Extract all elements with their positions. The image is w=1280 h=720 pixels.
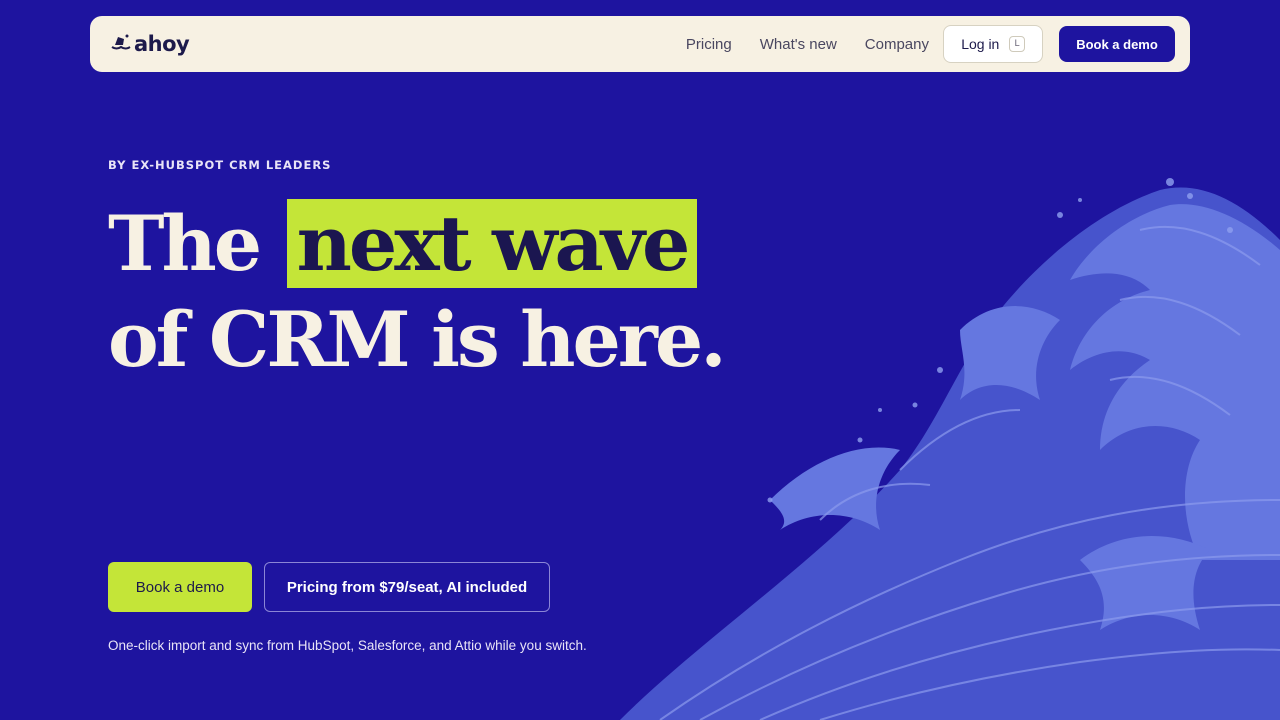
headline-highlight: next wave bbox=[286, 199, 698, 288]
hero-book-demo-button[interactable]: Book a demo bbox=[108, 562, 252, 612]
headline-line2: of CRM is here. bbox=[108, 295, 727, 384]
cta-row: Book a demo Pricing from $79/seat, AI in… bbox=[108, 562, 550, 612]
login-button[interactable]: Log in L bbox=[943, 25, 1043, 63]
nav-link-pricing[interactable]: Pricing bbox=[686, 36, 732, 53]
nav-book-demo-button[interactable]: Book a demo bbox=[1059, 26, 1175, 62]
nav-link-company[interactable]: Company bbox=[865, 36, 929, 53]
hero-headline: The next wave of CRM is here. bbox=[108, 196, 727, 388]
headline-part1: The bbox=[108, 199, 262, 288]
login-label: Log in bbox=[961, 36, 1000, 52]
login-shortcut-badge: L bbox=[1009, 36, 1025, 52]
logo-text: ahoy bbox=[134, 32, 190, 56]
nav-links: Pricing What's new Company Log in L Book… bbox=[686, 25, 1175, 63]
pricing-button[interactable]: Pricing from $79/seat, AI included bbox=[264, 562, 550, 612]
ship-logo-icon bbox=[111, 34, 131, 50]
logo[interactable]: ahoy bbox=[110, 32, 190, 56]
top-navbar: ahoy Pricing What's new Company Log in L… bbox=[90, 16, 1190, 72]
nav-link-whats-new[interactable]: What's new bbox=[760, 36, 837, 53]
hero-subtext: One-click import and sync from HubSpot, … bbox=[108, 638, 587, 653]
hero-eyebrow: BY EX-HUBSPOT CRM LEADERS bbox=[108, 158, 332, 172]
